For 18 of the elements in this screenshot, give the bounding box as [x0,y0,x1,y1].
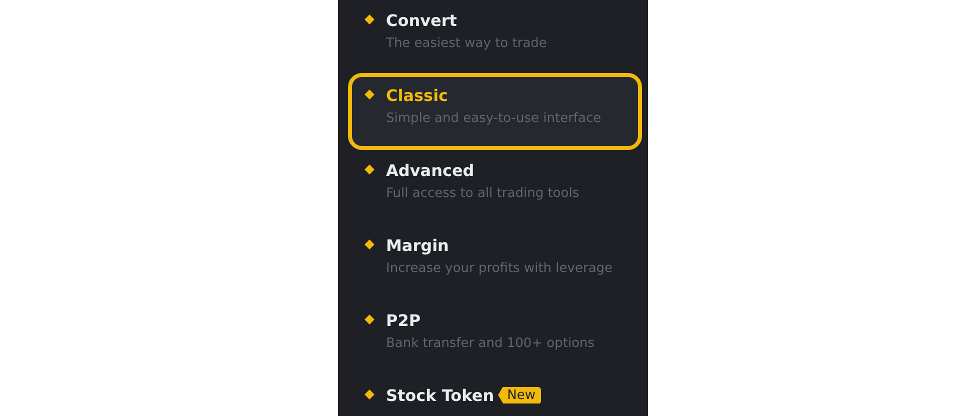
item-title: Stock Token [386,386,494,404]
new-badge: New [498,386,542,404]
menu-item[interactable]: Classic Simple and easy-to-use interface [348,73,642,150]
item-description: Increase your profits with leverage [386,260,614,278]
item-title: Classic [386,86,448,104]
menu-item[interactable]: Margin Increase your profits with leverage [338,225,648,300]
item-title: Margin [386,236,449,254]
item-description: The easiest way to trade [386,35,548,53]
menu-item[interactable]: P2P Bank transfer and 100+ options [338,300,648,375]
item-description: Full access to all trading tools [386,185,580,203]
item-description: Bank transfer and 100+ options [386,335,596,353]
item-title: P2P [386,310,421,330]
item-title: Convert [386,10,457,30]
menu-item[interactable]: Advanced Full access to all trading tools [338,150,648,225]
menu-item[interactable]: Convert The easiest way to trade [338,0,648,75]
item-title: Advanced [386,160,474,180]
menu-item[interactable]: Stock Token New [338,375,648,416]
item-description: Simple and easy-to-use interface [386,110,602,128]
